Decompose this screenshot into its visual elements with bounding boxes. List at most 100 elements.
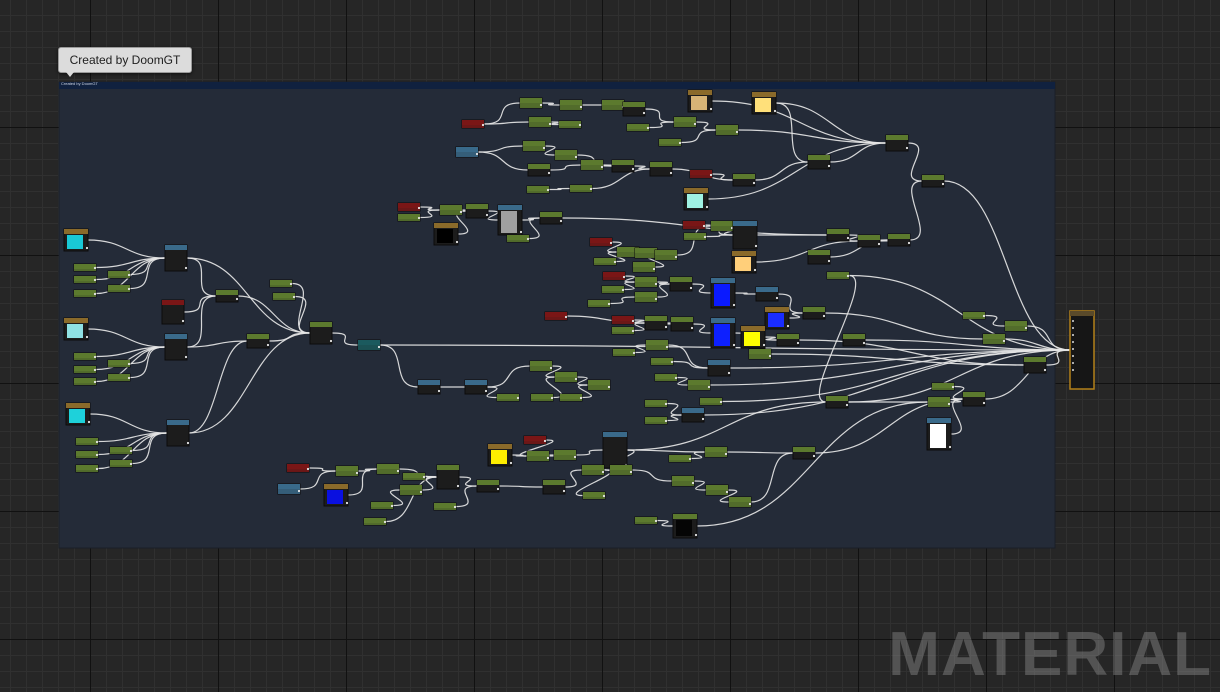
material-node-a14[interactable] <box>109 446 133 455</box>
output-pin[interactable] <box>550 396 554 400</box>
output-pin[interactable] <box>724 452 728 456</box>
output-pin[interactable] <box>702 224 706 228</box>
material-node-s6[interactable] <box>683 187 709 211</box>
output-pin[interactable] <box>417 216 421 220</box>
output-pin[interactable] <box>709 173 713 177</box>
output-pin[interactable] <box>877 242 881 246</box>
material-node-h1[interactable] <box>286 463 310 473</box>
material-node-h3[interactable] <box>335 465 359 477</box>
output-pin[interactable] <box>419 490 423 494</box>
material-node-d6[interactable] <box>554 371 578 383</box>
material-node-g26[interactable] <box>654 373 678 382</box>
material-node-f13[interactable] <box>887 233 911 247</box>
output-pin[interactable] <box>292 295 296 299</box>
output-pin[interactable] <box>579 105 583 109</box>
output-pin[interactable] <box>95 440 99 444</box>
output-pin[interactable] <box>329 339 333 343</box>
material-node-g20[interactable] <box>776 333 800 347</box>
output-pin[interactable] <box>727 371 731 375</box>
material-node-a10[interactable] <box>107 373 131 382</box>
material-node-h15[interactable] <box>542 479 566 495</box>
output-pin[interactable] <box>642 111 646 115</box>
material-node-h27[interactable] <box>931 382 955 391</box>
material-node-f14[interactable] <box>807 249 831 265</box>
material-node-s3[interactable] <box>65 402 91 426</box>
material-node-s15[interactable] <box>487 443 513 467</box>
output-pin[interactable] <box>678 141 682 145</box>
output-pin[interactable] <box>496 487 500 491</box>
material-node-e9[interactable] <box>558 120 582 129</box>
material-node-g13[interactable] <box>755 286 779 302</box>
material-node-a3[interactable] <box>73 289 97 298</box>
material-node-t1[interactable] <box>357 339 381 351</box>
material-node-e20[interactable] <box>715 124 739 136</box>
output-pin[interactable] <box>827 259 831 263</box>
output-pin[interactable] <box>654 519 658 523</box>
output-pin[interactable] <box>186 441 190 445</box>
output-pin[interactable] <box>947 402 951 406</box>
output-pin[interactable] <box>184 355 188 359</box>
material-node-d5[interactable] <box>529 360 553 372</box>
material-node-d1[interactable] <box>417 379 441 395</box>
output-pin[interactable] <box>383 520 387 524</box>
material-node-d8[interactable] <box>587 379 611 391</box>
material-node-f12[interactable] <box>857 234 881 248</box>
material-node-f8[interactable] <box>732 220 758 250</box>
output-pin[interactable] <box>719 400 723 404</box>
material-node-h22[interactable] <box>671 475 695 487</box>
material-node-g1[interactable] <box>589 237 613 247</box>
output-pin[interactable] <box>862 341 866 345</box>
output-pin[interactable] <box>573 455 577 459</box>
output-pin[interactable] <box>459 210 463 214</box>
material-node-d4[interactable] <box>530 393 554 402</box>
material-node-g32[interactable] <box>825 395 849 409</box>
material-node-g4[interactable] <box>634 247 658 259</box>
material-node-g10[interactable] <box>587 299 611 308</box>
material-node-s4[interactable] <box>687 89 713 113</box>
input-pin[interactable] <box>1072 320 1074 322</box>
material-node-h20[interactable] <box>668 454 692 463</box>
material-node-g28[interactable] <box>699 397 723 406</box>
material-node-a1[interactable] <box>73 263 97 272</box>
output-pin[interactable] <box>732 343 736 347</box>
output-pin[interactable] <box>631 319 635 323</box>
material-node-a12[interactable] <box>75 450 99 459</box>
output-pin[interactable] <box>93 266 97 270</box>
output-pin[interactable] <box>93 380 97 384</box>
output-pin[interactable] <box>549 366 553 370</box>
output-pin[interactable] <box>768 354 772 358</box>
output-pin[interactable] <box>948 445 952 449</box>
output-pin[interactable] <box>732 303 736 307</box>
material-node-s2[interactable] <box>63 317 89 341</box>
material-node-c2[interactable] <box>246 333 270 349</box>
comment-header-bar[interactable] <box>59 82 1055 89</box>
input-pin[interactable] <box>1072 355 1074 357</box>
output-pin[interactable] <box>670 360 674 364</box>
output-pin[interactable] <box>85 246 89 250</box>
output-pin[interactable] <box>297 489 301 493</box>
output-pin[interactable] <box>622 275 626 279</box>
output-pin[interactable] <box>709 107 713 111</box>
material-node-e22[interactable] <box>732 173 756 187</box>
output-pin[interactable] <box>95 453 99 457</box>
material-node-g30[interactable] <box>644 399 668 408</box>
output-pin[interactable] <box>93 278 97 282</box>
material-node-e11[interactable] <box>580 159 604 171</box>
output-pin[interactable] <box>455 240 459 244</box>
material-node-s9[interactable] <box>731 250 757 274</box>
output-pin[interactable] <box>519 230 523 234</box>
output-pin[interactable] <box>539 103 543 107</box>
material-node-h8[interactable] <box>363 517 387 526</box>
material-node-g14[interactable] <box>802 306 826 320</box>
output-pin[interactable] <box>289 282 293 286</box>
material-node-c4[interactable] <box>272 292 296 301</box>
material-node-r1[interactable] <box>962 311 986 320</box>
output-pin[interactable] <box>827 164 831 168</box>
material-node-f5[interactable] <box>506 234 530 243</box>
material-node-h12[interactable] <box>523 435 547 445</box>
material-node-g2[interactable] <box>593 257 617 266</box>
material-node-h21[interactable] <box>704 446 728 458</box>
material-node-s7[interactable] <box>433 222 459 246</box>
material-node-h14[interactable] <box>553 449 577 461</box>
material-node-f7[interactable] <box>710 220 734 232</box>
